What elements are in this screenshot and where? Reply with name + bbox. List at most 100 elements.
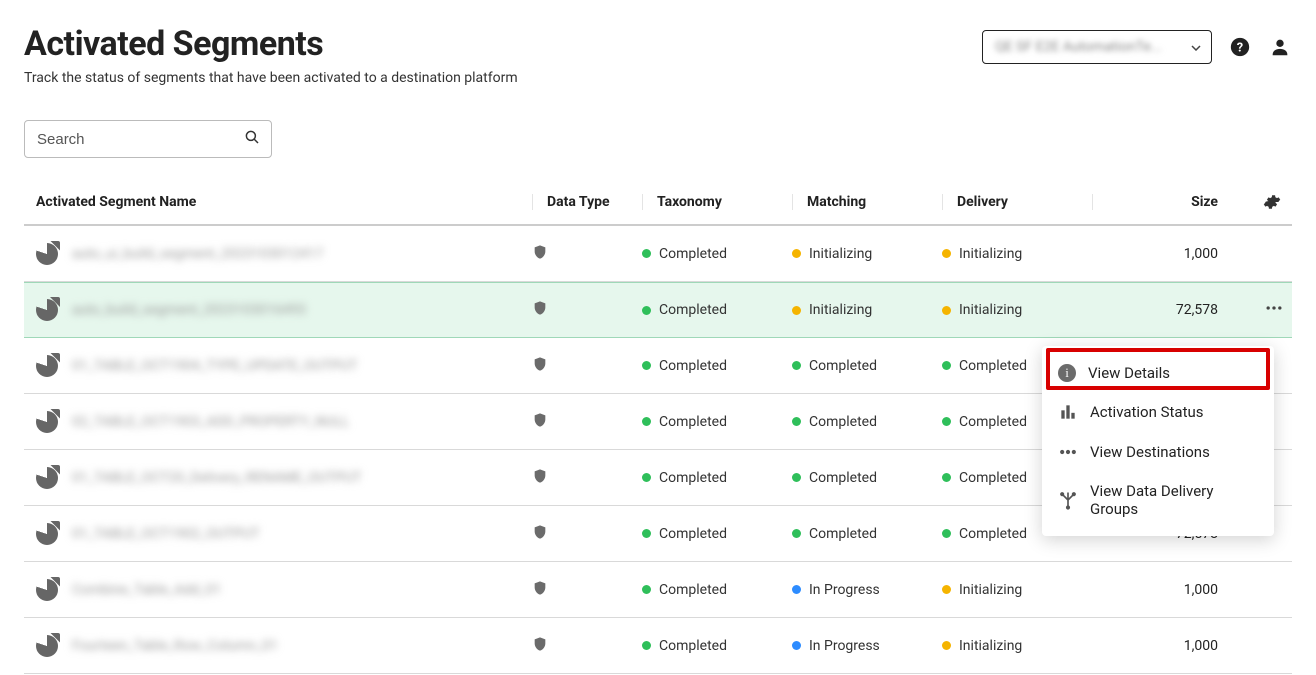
col-name: Activated Segment Name: [32, 194, 532, 210]
branch-icon: [1058, 490, 1078, 510]
status-dot: [792, 249, 801, 258]
status-dot: [942, 306, 951, 315]
menu-view-destinations[interactable]: View Destinations: [1042, 432, 1274, 472]
menu-view-data-delivery-groups[interactable]: View Data Delivery Groups: [1042, 472, 1274, 528]
matching-status-label: Completed: [809, 414, 877, 430]
taxonomy-status: Completed: [642, 358, 792, 374]
bar-chart-icon: [1058, 402, 1078, 422]
delivery-status-label: Completed: [959, 414, 1027, 430]
taxonomy-status: Completed: [642, 638, 792, 654]
table-row[interactable]: Fourteen_Table_Row_Column_01 Completed In …: [24, 618, 1292, 674]
data-type-cell: [532, 578, 642, 602]
table-header: Activated Segment Name Data Type Taxonom…: [24, 180, 1292, 226]
status-dot: [642, 473, 651, 482]
taxonomy-status-label: Completed: [659, 638, 727, 654]
search-icon: [243, 128, 261, 150]
status-dot: [642, 529, 651, 538]
taxonomy-status-label: Completed: [659, 358, 727, 374]
segment-name: 02_TABLE_OCT1903_ADD_PROPERTY_NULL: [72, 414, 349, 430]
matching-status-label: Completed: [809, 358, 877, 374]
matching-status: Completed: [792, 526, 942, 542]
taxonomy-status-label: Completed: [659, 470, 727, 486]
matching-status: Completed: [792, 470, 942, 486]
matching-status-label: Completed: [809, 526, 877, 542]
delivery-status: Initializing: [942, 582, 1092, 598]
pie-chart-icon: [36, 355, 58, 377]
pie-chart-icon: [36, 243, 58, 265]
menu-activation-status[interactable]: Activation Status: [1042, 392, 1274, 432]
matching-status: Completed: [792, 414, 942, 430]
matching-status-label: In Progress: [809, 582, 880, 598]
status-dot: [792, 417, 801, 426]
status-dot: [792, 585, 801, 594]
nodes-icon: [1058, 442, 1078, 462]
help-icon[interactable]: ?: [1228, 35, 1252, 59]
pie-chart-icon: [36, 467, 58, 489]
segment-name: auto_ui_build_segment_2023103012417: [72, 246, 323, 262]
taxonomy-status: Completed: [642, 470, 792, 486]
svg-text:?: ?: [1237, 41, 1243, 56]
search-input[interactable]: [24, 120, 272, 158]
data-type-cell: [532, 242, 642, 266]
taxonomy-status-label: Completed: [659, 246, 727, 262]
status-dot: [642, 641, 651, 650]
status-dot: [942, 585, 951, 594]
table-row[interactable]: auto_build_segment_2023103016493Complete…: [24, 282, 1292, 338]
menu-view-ddg-label: View Data Delivery Groups: [1090, 482, 1258, 518]
size-cell: 72,578: [1092, 302, 1222, 318]
status-dot: [942, 249, 951, 258]
status-dot: [942, 473, 951, 482]
matching-status: Completed: [792, 358, 942, 374]
col-delivery: Delivery: [942, 194, 1092, 210]
delivery-status-label: Completed: [959, 358, 1027, 374]
taxonomy-status: Completed: [642, 526, 792, 542]
segment-name: Fourteen_Table_Row_Column_01: [72, 638, 278, 654]
pie-chart-icon: [36, 299, 58, 321]
table-row[interactable]: Combine_Table_Add_01CompletedIn Progress…: [24, 562, 1292, 618]
matching-status-label: Initializing: [809, 302, 872, 318]
delivery-status: Initializing: [942, 246, 1092, 262]
matching-status-label: Completed: [809, 470, 877, 486]
segment-name: 01_TABLE_OCT1904_TYPE_UPDATE_OUTPUT: [72, 358, 357, 374]
delivery-status-label: Initializing: [959, 246, 1022, 262]
matching-status-label: In Progress: [809, 638, 880, 654]
size-cell: 1,000: [1092, 582, 1222, 598]
status-dot: [942, 417, 951, 426]
matching-status-label: Initializing: [809, 246, 872, 262]
menu-activation-status-label: Activation Status: [1090, 403, 1204, 421]
delivery-status: Initializing: [942, 302, 1092, 318]
segment-name: 01_TABLE_OCT1902_OUTPUT: [72, 526, 260, 542]
matching-status: In Progress: [792, 638, 942, 654]
data-type-cell: [532, 354, 642, 378]
more-icon[interactable]: [1264, 298, 1284, 322]
segment-name: Combine_Table_Add_01: [72, 582, 221, 598]
pie-chart-icon: [36, 411, 58, 433]
size-cell: 1,000: [1092, 246, 1222, 262]
row-actions-menu: i View Details Activation Status View De…: [1042, 346, 1274, 536]
status-dot: [792, 641, 801, 650]
taxonomy-status: Completed: [642, 414, 792, 430]
col-matching: Matching: [792, 194, 942, 210]
delivery-status-label: Completed: [959, 526, 1027, 542]
delivery-status-label: Initializing: [959, 638, 1022, 654]
taxonomy-status-label: Completed: [659, 302, 727, 318]
data-type-cell: [532, 298, 642, 322]
status-dot: [942, 529, 951, 538]
search-field[interactable]: [35, 130, 243, 149]
matching-status: Initializing: [792, 246, 942, 262]
status-dot: [642, 361, 651, 370]
table-row[interactable]: auto_ui_build_segment_2023103012417 Compl…: [24, 226, 1292, 282]
data-type-cell: [532, 410, 642, 434]
col-data-type: Data Type: [532, 194, 642, 210]
menu-view-destinations-label: View Destinations: [1090, 443, 1210, 461]
size-cell: 1,000: [1092, 638, 1222, 654]
user-icon[interactable]: [1268, 35, 1292, 59]
delivery-status: Initializing: [942, 638, 1092, 654]
project-selector[interactable]: QE SF E2E AutomationTe...: [982, 30, 1212, 64]
matching-status: In Progress: [792, 582, 942, 598]
delivery-status-label: Initializing: [959, 582, 1022, 598]
gear-icon[interactable]: [1260, 190, 1284, 214]
taxonomy-status-label: Completed: [659, 414, 727, 430]
menu-view-details[interactable]: i View Details: [1042, 354, 1274, 392]
status-dot: [942, 641, 951, 650]
